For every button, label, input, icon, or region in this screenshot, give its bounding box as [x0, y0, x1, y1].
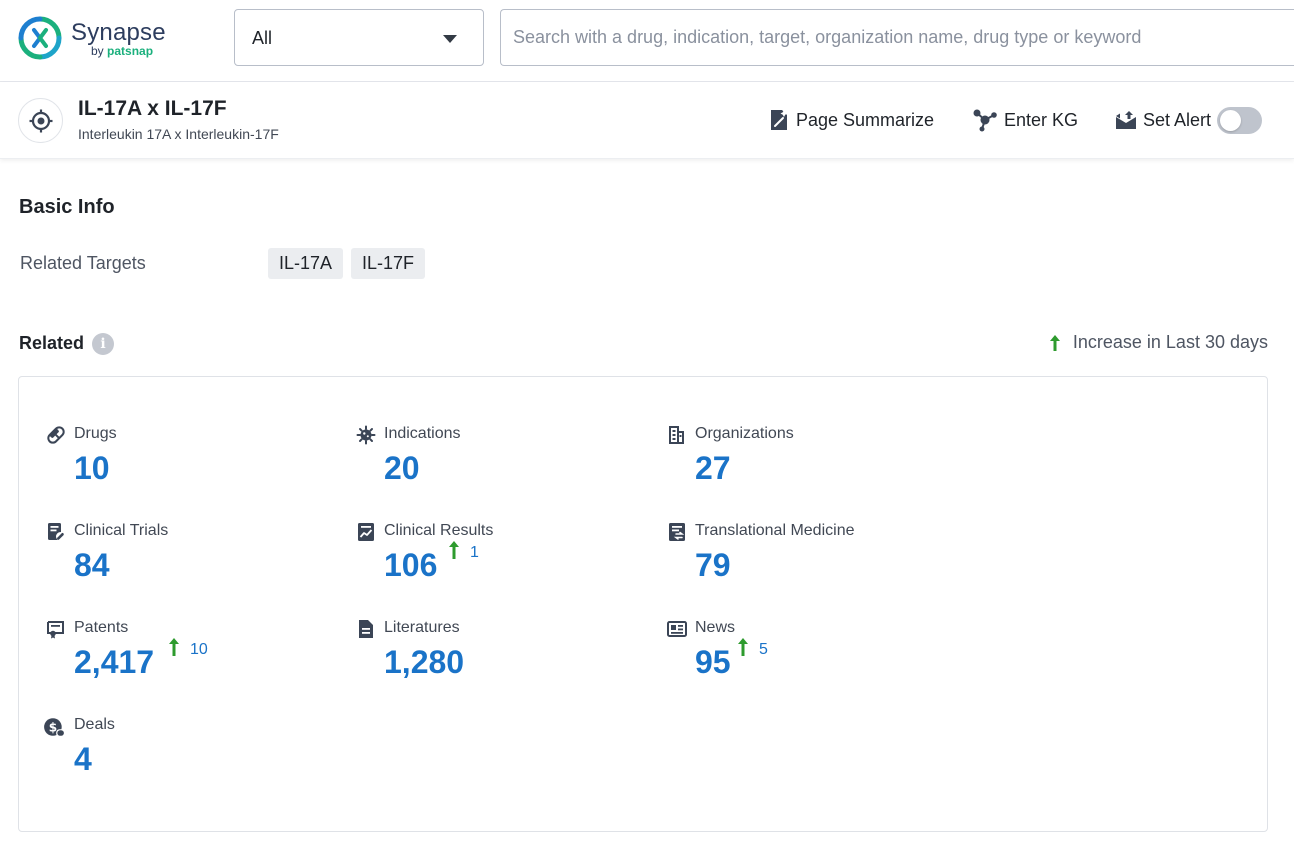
- stat-value[interactable]: 27: [695, 450, 731, 487]
- page-summarize-label: Page Summarize: [796, 110, 934, 131]
- stat-value[interactable]: 79: [695, 547, 731, 584]
- entity-avatar: [18, 98, 63, 143]
- stat-value[interactable]: 1,280: [384, 644, 464, 681]
- stat-value[interactable]: 95: [695, 644, 731, 681]
- page-summarize-button[interactable]: Page Summarize: [769, 106, 934, 134]
- brand-by-brand: patsnap: [107, 44, 153, 58]
- stat-literatures[interactable]: Literatures 1,280: [356, 619, 646, 699]
- search-scope-select[interactable]: All: [234, 9, 484, 66]
- entity-subtitle: Interleukin 17A x Interleukin-17F: [78, 126, 279, 142]
- entity-header: IL-17A x IL-17F Interleukin 17A x Interl…: [0, 82, 1294, 159]
- stat-label: Literatures: [384, 619, 460, 637]
- stat-clinical-trials[interactable]: Clinical Trials 84: [46, 522, 336, 602]
- set-alert-toggle[interactable]: [1217, 107, 1262, 134]
- stat-label: Translational Medicine: [695, 522, 854, 540]
- arrow-up-icon: [168, 637, 180, 657]
- related-target-tag[interactable]: IL-17F: [351, 248, 425, 279]
- alert-mail-icon: [1115, 110, 1137, 130]
- synapse-logo[interactable]: Synapse by patsnap: [18, 16, 178, 62]
- summarize-icon: [769, 109, 790, 131]
- stat-increase-value: 1: [470, 544, 479, 562]
- knowledge-graph-icon: [972, 108, 998, 132]
- stat-label: News: [695, 619, 735, 637]
- synapse-logo-icon: [18, 16, 62, 60]
- stat-label: Drugs: [74, 425, 117, 443]
- chart-report-icon: [356, 522, 376, 542]
- stat-value[interactable]: 20: [384, 450, 420, 487]
- brand-byline: by patsnap: [91, 44, 153, 58]
- stat-increase-value: 5: [759, 641, 768, 659]
- stat-increase: 1: [448, 540, 479, 562]
- document-icon: [356, 619, 376, 639]
- stat-drugs[interactable]: Drugs 10: [46, 425, 336, 505]
- stat-value[interactable]: 106: [384, 547, 437, 584]
- enter-kg-button[interactable]: Enter KG: [972, 106, 1078, 134]
- top-bar: Synapse by patsnap All: [0, 0, 1294, 82]
- toggle-knob: [1220, 110, 1241, 131]
- stat-label: Patents: [74, 619, 128, 637]
- svg-text:$: $: [49, 720, 57, 734]
- stat-deals[interactable]: $ Deals 4: [42, 716, 332, 796]
- stat-value[interactable]: 84: [74, 547, 110, 584]
- stat-increase-value: 10: [190, 641, 208, 659]
- stat-increase: 5: [737, 637, 768, 659]
- set-alert-button[interactable]: Set Alert: [1115, 106, 1211, 134]
- stat-news[interactable]: News 95 5: [667, 619, 957, 699]
- arrow-up-icon: [737, 637, 749, 657]
- increase-legend-label: Increase in Last 30 days: [1073, 332, 1268, 353]
- brand-name: Synapse: [71, 19, 166, 47]
- target-icon: [29, 109, 53, 133]
- increase-legend: Increase in Last 30 days: [1049, 332, 1268, 353]
- related-stats-panel: Drugs 10 Indications 20 Organizations 27: [18, 376, 1268, 832]
- stat-value[interactable]: 10: [74, 450, 110, 487]
- clinical-trial-icon: [46, 522, 66, 542]
- stat-label: Indications: [384, 425, 461, 443]
- newspaper-icon: [667, 619, 687, 639]
- stat-label: Organizations: [695, 425, 794, 443]
- stat-label: Deals: [74, 716, 115, 734]
- search-input[interactable]: [500, 9, 1294, 66]
- arrow-up-icon: [448, 540, 460, 560]
- related-targets-label: Related Targets: [20, 253, 146, 274]
- stat-clinical-results[interactable]: Clinical Results 106 1: [356, 522, 646, 602]
- search-scope-value: All: [252, 28, 272, 49]
- enter-kg-label: Enter KG: [1004, 110, 1078, 131]
- arrow-up-icon: [1049, 334, 1061, 352]
- related-heading: Related: [19, 333, 84, 354]
- brand-by-prefix: by: [91, 44, 107, 58]
- stat-patents[interactable]: Patents 2,417 10: [46, 619, 336, 699]
- stat-organizations[interactable]: Organizations 27: [667, 425, 957, 505]
- set-alert-label: Set Alert: [1143, 110, 1211, 131]
- stat-increase: 10: [168, 637, 208, 659]
- stat-label: Clinical Results: [384, 522, 493, 540]
- stat-indications[interactable]: Indications 20: [356, 425, 646, 505]
- entity-title: IL-17A x IL-17F: [78, 97, 227, 121]
- pill-icon: [46, 425, 66, 445]
- stat-translational-medicine[interactable]: Translational Medicine 79: [667, 522, 957, 602]
- patent-icon: [46, 619, 66, 639]
- related-target-tag[interactable]: IL-17A: [268, 248, 343, 279]
- stat-value[interactable]: 4: [74, 741, 92, 778]
- deal-icon: $: [42, 716, 66, 738]
- stat-label: Clinical Trials: [74, 522, 168, 540]
- caret-down-icon: [443, 35, 457, 43]
- info-icon[interactable]: i: [92, 333, 114, 355]
- stat-value[interactable]: 2,417: [74, 644, 154, 681]
- virus-icon: [356, 425, 376, 445]
- building-icon: [667, 425, 687, 445]
- translational-medicine-icon: [667, 522, 687, 542]
- basic-info-heading: Basic Info: [19, 196, 115, 219]
